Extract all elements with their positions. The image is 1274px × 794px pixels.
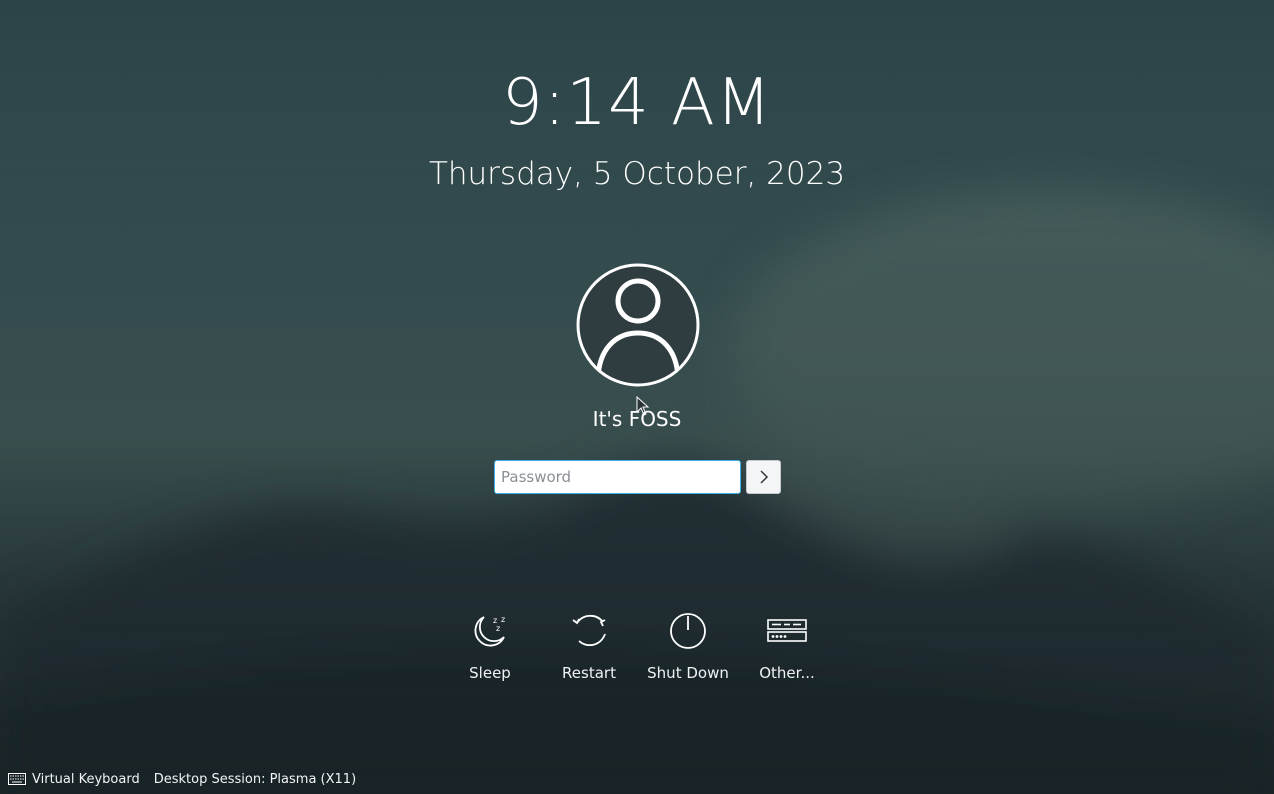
restart-icon <box>572 614 606 647</box>
restart-button[interactable]: Restart <box>539 610 639 682</box>
username-label: It's FOSS <box>592 407 682 431</box>
chevron-right-icon <box>759 470 768 484</box>
sleep-label: Sleep <box>469 664 511 682</box>
shutdown-label: Shut Down <box>647 664 729 682</box>
keyboard-icon <box>8 773 26 785</box>
lock-screen: 9:14 AM Thursday, 5 October, 2023 It's F… <box>0 0 1274 794</box>
sleep-button[interactable]: z z z Sleep <box>440 610 540 682</box>
sleep-icon: z z z <box>474 615 505 647</box>
other-button[interactable]: Other... <box>737 610 837 682</box>
svg-text:z: z <box>501 615 505 624</box>
virtual-keyboard-button[interactable]: Virtual Keyboard <box>8 772 140 787</box>
virtual-keyboard-label: Virtual Keyboard <box>32 771 140 787</box>
svg-text:z: z <box>496 624 500 633</box>
user-avatar-icon[interactable] <box>576 263 700 387</box>
clock-date: Thursday, 5 October, 2023 <box>428 156 846 192</box>
other-label: Other... <box>759 664 815 682</box>
desktop-session-selector[interactable]: Desktop Session: Plasma (X11) <box>154 772 356 787</box>
password-input[interactable] <box>494 460 741 494</box>
footer-bar: Virtual Keyboard Desktop Session: Plasma… <box>8 770 356 788</box>
restart-label: Restart <box>562 664 616 682</box>
login-submit-button[interactable] <box>746 460 781 494</box>
clock-time: 9:14 AM <box>501 66 773 140</box>
shutdown-button[interactable]: Shut Down <box>638 610 738 682</box>
power-icon <box>670 613 706 649</box>
switch-user-icon <box>767 619 807 642</box>
